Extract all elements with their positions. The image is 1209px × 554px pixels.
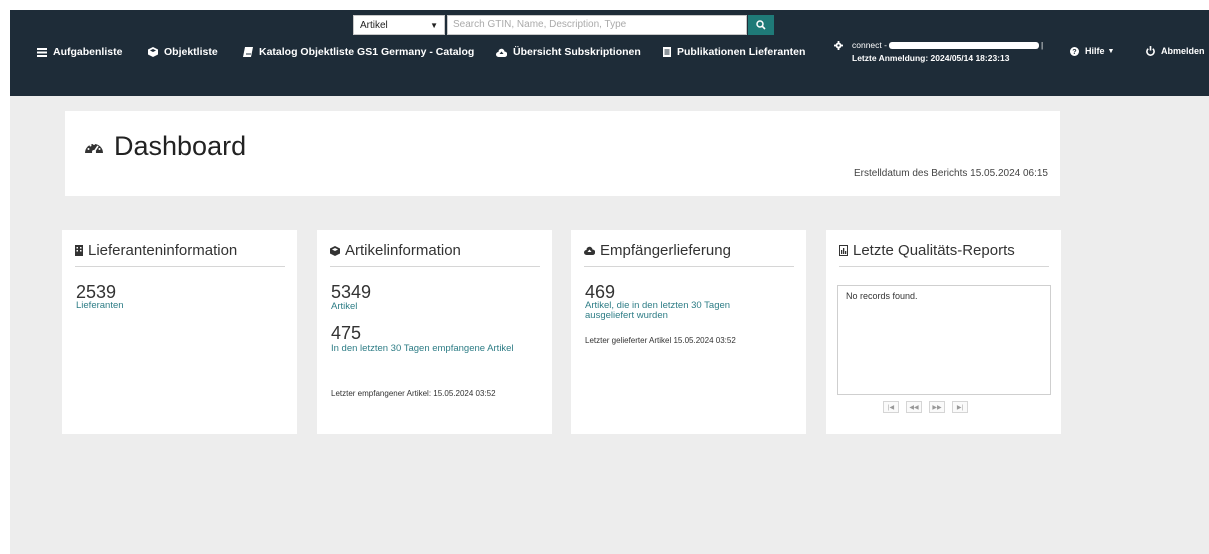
- nav-label: Übersicht Subskriptionen: [513, 46, 641, 58]
- quality-report-list[interactable]: No records found.: [837, 285, 1051, 395]
- caret-down-icon: ▼: [1107, 47, 1115, 55]
- divider: [75, 266, 285, 267]
- nav-katalog[interactable]: Katalog Objektliste GS1 Germany - Catalo…: [243, 46, 474, 58]
- search-bar: Artikel ▼ Search GTIN, Name, Description…: [353, 15, 774, 35]
- cube-icon: [330, 245, 340, 256]
- search-input[interactable]: Search GTIN, Name, Description, Type: [447, 15, 747, 35]
- help-label: Hilfe: [1085, 46, 1105, 56]
- user-separator: |: [1040, 40, 1044, 50]
- search-icon: [756, 20, 766, 30]
- cloud-upload-icon: [496, 48, 507, 57]
- logout-button[interactable]: Abmelden: [1146, 46, 1205, 56]
- article-title: Artikelinformation: [345, 242, 461, 259]
- last-login: Letzte Anmeldung: 2024/05/14 18:23:13: [852, 53, 1010, 63]
- recent-article-link[interactable]: In den letzten 30 Tagen empfangene Artik…: [331, 344, 531, 354]
- delivery-card: Empfängerlieferung 469 Artikel, die in d…: [571, 230, 806, 434]
- quality-card: Letzte Qualitäts-Reports No records foun…: [826, 230, 1061, 434]
- dashboard-icon: [85, 142, 103, 154]
- report-date: Erstelldatum des Berichts 15.05.2024 06:…: [853, 168, 1048, 179]
- nav-label: Publikationen Lieferanten: [677, 46, 806, 58]
- article-link[interactable]: Artikel: [331, 302, 541, 312]
- chevron-down-icon: ▼: [430, 20, 438, 30]
- card-title: Lieferanteninformation: [75, 242, 237, 259]
- supplier-title: Lieferanteninformation: [88, 242, 238, 259]
- report-icon: [839, 245, 848, 256]
- nav-subskriptionen[interactable]: Übersicht Subskriptionen: [496, 46, 641, 58]
- nav-label: Aufgabenliste: [53, 46, 123, 58]
- search-type-select[interactable]: Artikel ▼: [353, 15, 445, 35]
- supplier-card: Lieferanteninformation 2539 Lieferanten: [62, 230, 297, 434]
- nav-aufgabenliste[interactable]: Aufgabenliste: [37, 46, 122, 58]
- card-title: Letzte Qualitäts-Reports: [839, 242, 1015, 259]
- power-icon: [1146, 46, 1155, 56]
- gear-icon: [834, 40, 843, 50]
- svg-text:?: ?: [1072, 47, 1076, 56]
- redacted-username: [888, 41, 1039, 49]
- user-name: connect -: [852, 40, 887, 50]
- dashboard-title: Dashboard: [114, 131, 247, 161]
- nav-label: Objektliste: [164, 46, 218, 58]
- help-icon: ?: [1070, 46, 1079, 56]
- divider: [584, 266, 794, 267]
- nav-publikationen[interactable]: Publikationen Lieferanten: [663, 46, 805, 58]
- divider: [330, 266, 540, 267]
- card-title: Artikelinformation: [330, 242, 461, 259]
- quality-title: Letzte Qualitäts-Reports: [853, 242, 1015, 259]
- article-card: Artikelinformation 5349 Artikel 475 In d…: [317, 230, 552, 434]
- recent-article-count: 475: [331, 323, 362, 343]
- main-content: Dashboard Erstelldatum des Berichts 15.0…: [10, 96, 1209, 554]
- dashboard-header: Dashboard Erstelldatum des Berichts 15.0…: [65, 111, 1060, 196]
- cube-icon: [148, 47, 158, 57]
- pagination: |◀ ◀◀ ▶▶ ▶|: [883, 401, 975, 413]
- last-page-button[interactable]: ▶|: [952, 401, 968, 413]
- last-received: Letzter empfangener Artikel: 15.05.2024 …: [331, 389, 496, 398]
- nav-label: Katalog Objektliste GS1 Germany - Catalo…: [259, 46, 475, 58]
- card-title: Empfängerlieferung: [584, 242, 731, 259]
- book-icon: [243, 47, 253, 57]
- empty-message: No records found.: [846, 291, 918, 301]
- last-delivered: Letzter gelieferter Artikel 15.05.2024 0…: [585, 336, 736, 345]
- prev-page-button[interactable]: ◀◀: [906, 401, 922, 413]
- divider: [839, 266, 1049, 267]
- logout-label: Abmelden: [1161, 46, 1205, 56]
- help-menu[interactable]: ? Hilfe ▼: [1070, 46, 1114, 56]
- cloud-upload-icon: [584, 246, 595, 255]
- document-icon: [663, 47, 671, 57]
- list-icon: [37, 47, 47, 57]
- supplier-link[interactable]: Lieferanten: [76, 301, 286, 311]
- next-page-button[interactable]: ▶▶: [929, 401, 945, 413]
- top-navbar: Artikel ▼ Search GTIN, Name, Description…: [10, 10, 1209, 96]
- delivery-link[interactable]: Artikel, die in den letzten 30 Tagen aus…: [585, 301, 775, 321]
- search-type-value: Artikel: [360, 19, 388, 31]
- building-icon: [75, 245, 83, 256]
- search-button[interactable]: [748, 15, 774, 35]
- first-page-button[interactable]: |◀: [883, 401, 899, 413]
- delivery-title: Empfängerlieferung: [600, 242, 731, 259]
- user-menu[interactable]: connect - | Letzte Anmeldung: 2024/05/14…: [834, 40, 1043, 63]
- page-title: Dashboard: [84, 131, 246, 162]
- article-count: 5349: [331, 282, 372, 302]
- nav-objektliste[interactable]: Objektliste: [148, 46, 218, 58]
